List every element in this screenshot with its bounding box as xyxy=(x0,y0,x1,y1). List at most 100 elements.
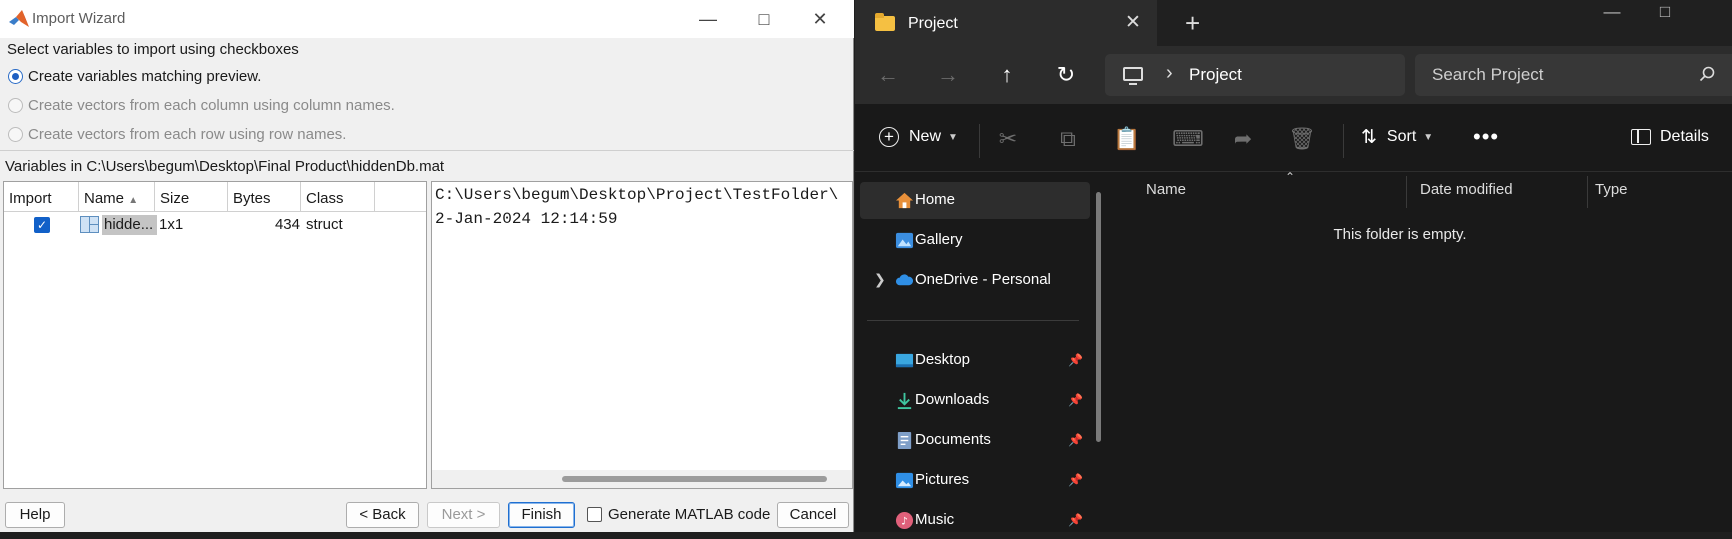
column-divider[interactable] xyxy=(1406,176,1407,208)
pin-icon[interactable]: 📌 xyxy=(1068,473,1084,489)
up-arrow-icon[interactable]: ↑ xyxy=(990,60,1024,90)
paste-icon[interactable]: 📋 xyxy=(1113,126,1140,152)
sidebar-item-pictures[interactable]: Pictures 📌 xyxy=(860,462,1090,499)
chevron-right-icon[interactable]: › xyxy=(1166,62,1173,85)
pin-icon[interactable]: 📌 xyxy=(1068,393,1084,409)
radio-icon[interactable] xyxy=(8,126,23,142)
maximize-icon[interactable]: □ xyxy=(742,6,786,32)
chevron-down-icon: ▼ xyxy=(948,131,958,143)
option-matching-preview[interactable]: Create variables matching preview. xyxy=(8,65,261,87)
new-button[interactable]: + New ▼ xyxy=(879,122,958,152)
sort-ascending-icon: ▲ xyxy=(128,195,139,206)
column-divider[interactable] xyxy=(1587,176,1588,208)
tab-title: Project xyxy=(908,15,958,32)
minimize-icon[interactable]: — xyxy=(1590,2,1634,22)
option-label: Create vectors from each column using co… xyxy=(28,96,395,114)
chevron-right-icon[interactable]: ❯ xyxy=(874,271,886,288)
new-label: New xyxy=(909,128,942,145)
sort-icon: ⇅ xyxy=(1361,126,1377,148)
sidebar-item-onedrive[interactable]: ❯ OneDrive - Personal xyxy=(860,262,1090,299)
minimize-icon[interactable]: — xyxy=(686,6,730,32)
rename-icon[interactable]: ⌨ xyxy=(1172,126,1204,152)
generate-code-checkbox[interactable]: Generate MATLAB code xyxy=(587,506,770,523)
close-icon[interactable]: ✕ xyxy=(798,6,842,32)
tab-project[interactable]: Project ✕ xyxy=(855,0,1157,46)
more-options-icon[interactable]: ••• xyxy=(1473,122,1499,152)
sidebar-item-music[interactable]: ♪ Music 📌 xyxy=(860,502,1090,539)
home-icon xyxy=(895,192,914,209)
option-column-vectors[interactable]: Create vectors from each column using co… xyxy=(8,94,395,116)
details-label: Details xyxy=(1660,128,1709,145)
option-label: Create vectors from each row using row n… xyxy=(28,125,347,143)
generate-code-label: Generate MATLAB code xyxy=(608,506,771,523)
ellipsis-glyph: ••• xyxy=(1473,124,1500,149)
search-input[interactable]: Search Project xyxy=(1415,54,1732,96)
cut-icon[interactable]: ✂ xyxy=(995,126,1021,152)
sidebar-item-label: Gallery xyxy=(915,231,963,248)
radio-selected-icon[interactable] xyxy=(8,68,23,84)
column-header-name[interactable]: Name ▲ xyxy=(79,182,155,212)
preview-pane: C:\Users\begum\Desktop\Project\TestFolde… xyxy=(431,181,853,489)
details-pane-icon xyxy=(1631,129,1651,145)
gallery-icon xyxy=(895,232,914,249)
forward-arrow-icon[interactable]: → xyxy=(931,60,965,90)
address-text: Project xyxy=(1189,65,1242,84)
table-row[interactable]: ✓ hidde... 1x1 434 struct xyxy=(4,213,426,237)
sidebar-item-documents[interactable]: Documents 📌 xyxy=(860,422,1090,459)
sort-button[interactable]: ⇅ Sort ▼ xyxy=(1361,122,1433,152)
details-button[interactable]: Details xyxy=(1631,122,1709,152)
horizontal-scrollbar[interactable] xyxy=(432,470,852,488)
new-tab-icon[interactable]: + xyxy=(1185,8,1200,39)
sidebar-item-label: Desktop xyxy=(915,351,971,368)
this-pc-icon xyxy=(1123,67,1143,85)
help-button[interactable]: Help xyxy=(5,502,65,528)
column-header-name[interactable]: Name xyxy=(1146,172,1186,208)
table-header: Import Name ▲ Size Bytes Class xyxy=(4,182,426,212)
variable-name-cell[interactable]: hidde... xyxy=(102,215,157,235)
address-bar[interactable]: › Project xyxy=(1105,54,1405,96)
radio-icon[interactable] xyxy=(8,97,23,113)
sidebar-item-desktop[interactable]: Desktop 📌 xyxy=(860,342,1090,379)
pin-icon[interactable]: 📌 xyxy=(1068,353,1084,369)
sidebar-item-downloads[interactable]: Downloads 📌 xyxy=(860,382,1090,419)
sidebar-item-gallery[interactable]: Gallery xyxy=(860,222,1090,259)
music-icon: ♪ xyxy=(895,511,914,530)
column-header-bytes[interactable]: Bytes xyxy=(228,182,301,212)
sidebar-item-label: Downloads xyxy=(915,391,990,408)
wizard-title: Import Wizard xyxy=(32,10,126,27)
column-header-type[interactable]: Type xyxy=(1595,172,1628,208)
scrollbar-thumb[interactable] xyxy=(562,476,827,482)
finish-button[interactable]: Finish xyxy=(508,502,575,528)
next-button[interactable]: Next > xyxy=(427,502,500,528)
share-icon[interactable]: ➦ xyxy=(1230,126,1256,152)
sidebar-item-label: Pictures xyxy=(915,471,970,488)
download-icon xyxy=(897,392,912,410)
column-header-size[interactable]: Size xyxy=(155,182,228,212)
option-row-vectors[interactable]: Create vectors from each row using row n… xyxy=(8,123,346,145)
empty-folder-message: This folder is empty. xyxy=(1333,226,1467,243)
copy-icon[interactable]: ⧉ xyxy=(1055,126,1081,152)
cancel-button[interactable]: Cancel xyxy=(777,502,849,528)
svg-text:♪: ♪ xyxy=(901,515,908,527)
tab-close-icon[interactable]: ✕ xyxy=(1125,11,1141,34)
pin-icon[interactable]: 📌 xyxy=(1068,513,1084,529)
refresh-icon[interactable]: ↻ xyxy=(1049,60,1083,90)
pin-icon[interactable]: 📌 xyxy=(1068,433,1084,449)
column-header-import[interactable]: Import xyxy=(4,182,79,212)
cloud-icon xyxy=(895,274,914,286)
tab-strip: Project ✕ + — □ xyxy=(855,0,1732,46)
command-bar: + New ▼ ✂ ⧉ 📋 ⌨ ➦ 🗑 ⇅ Sort ▼ ••• Details xyxy=(855,104,1732,172)
vertical-scrollbar[interactable] xyxy=(1096,192,1101,442)
maximize-icon[interactable]: □ xyxy=(1643,2,1687,22)
option-label: Create variables matching preview. xyxy=(28,67,262,85)
column-header-class[interactable]: Class xyxy=(301,182,375,212)
checkbox-unchecked-icon[interactable] xyxy=(587,507,602,522)
back-button[interactable]: < Back xyxy=(346,502,419,528)
preview-line: C:\Users\begum\Desktop\Project\TestFolde… xyxy=(435,186,839,204)
sidebar-item-home[interactable]: Home xyxy=(860,182,1090,219)
divider xyxy=(979,124,980,158)
back-arrow-icon[interactable]: ← xyxy=(871,60,905,90)
column-header-date-modified[interactable]: Date modified xyxy=(1420,172,1513,208)
import-checkbox[interactable]: ✓ xyxy=(34,217,50,233)
delete-icon[interactable]: 🗑 xyxy=(1288,126,1316,152)
